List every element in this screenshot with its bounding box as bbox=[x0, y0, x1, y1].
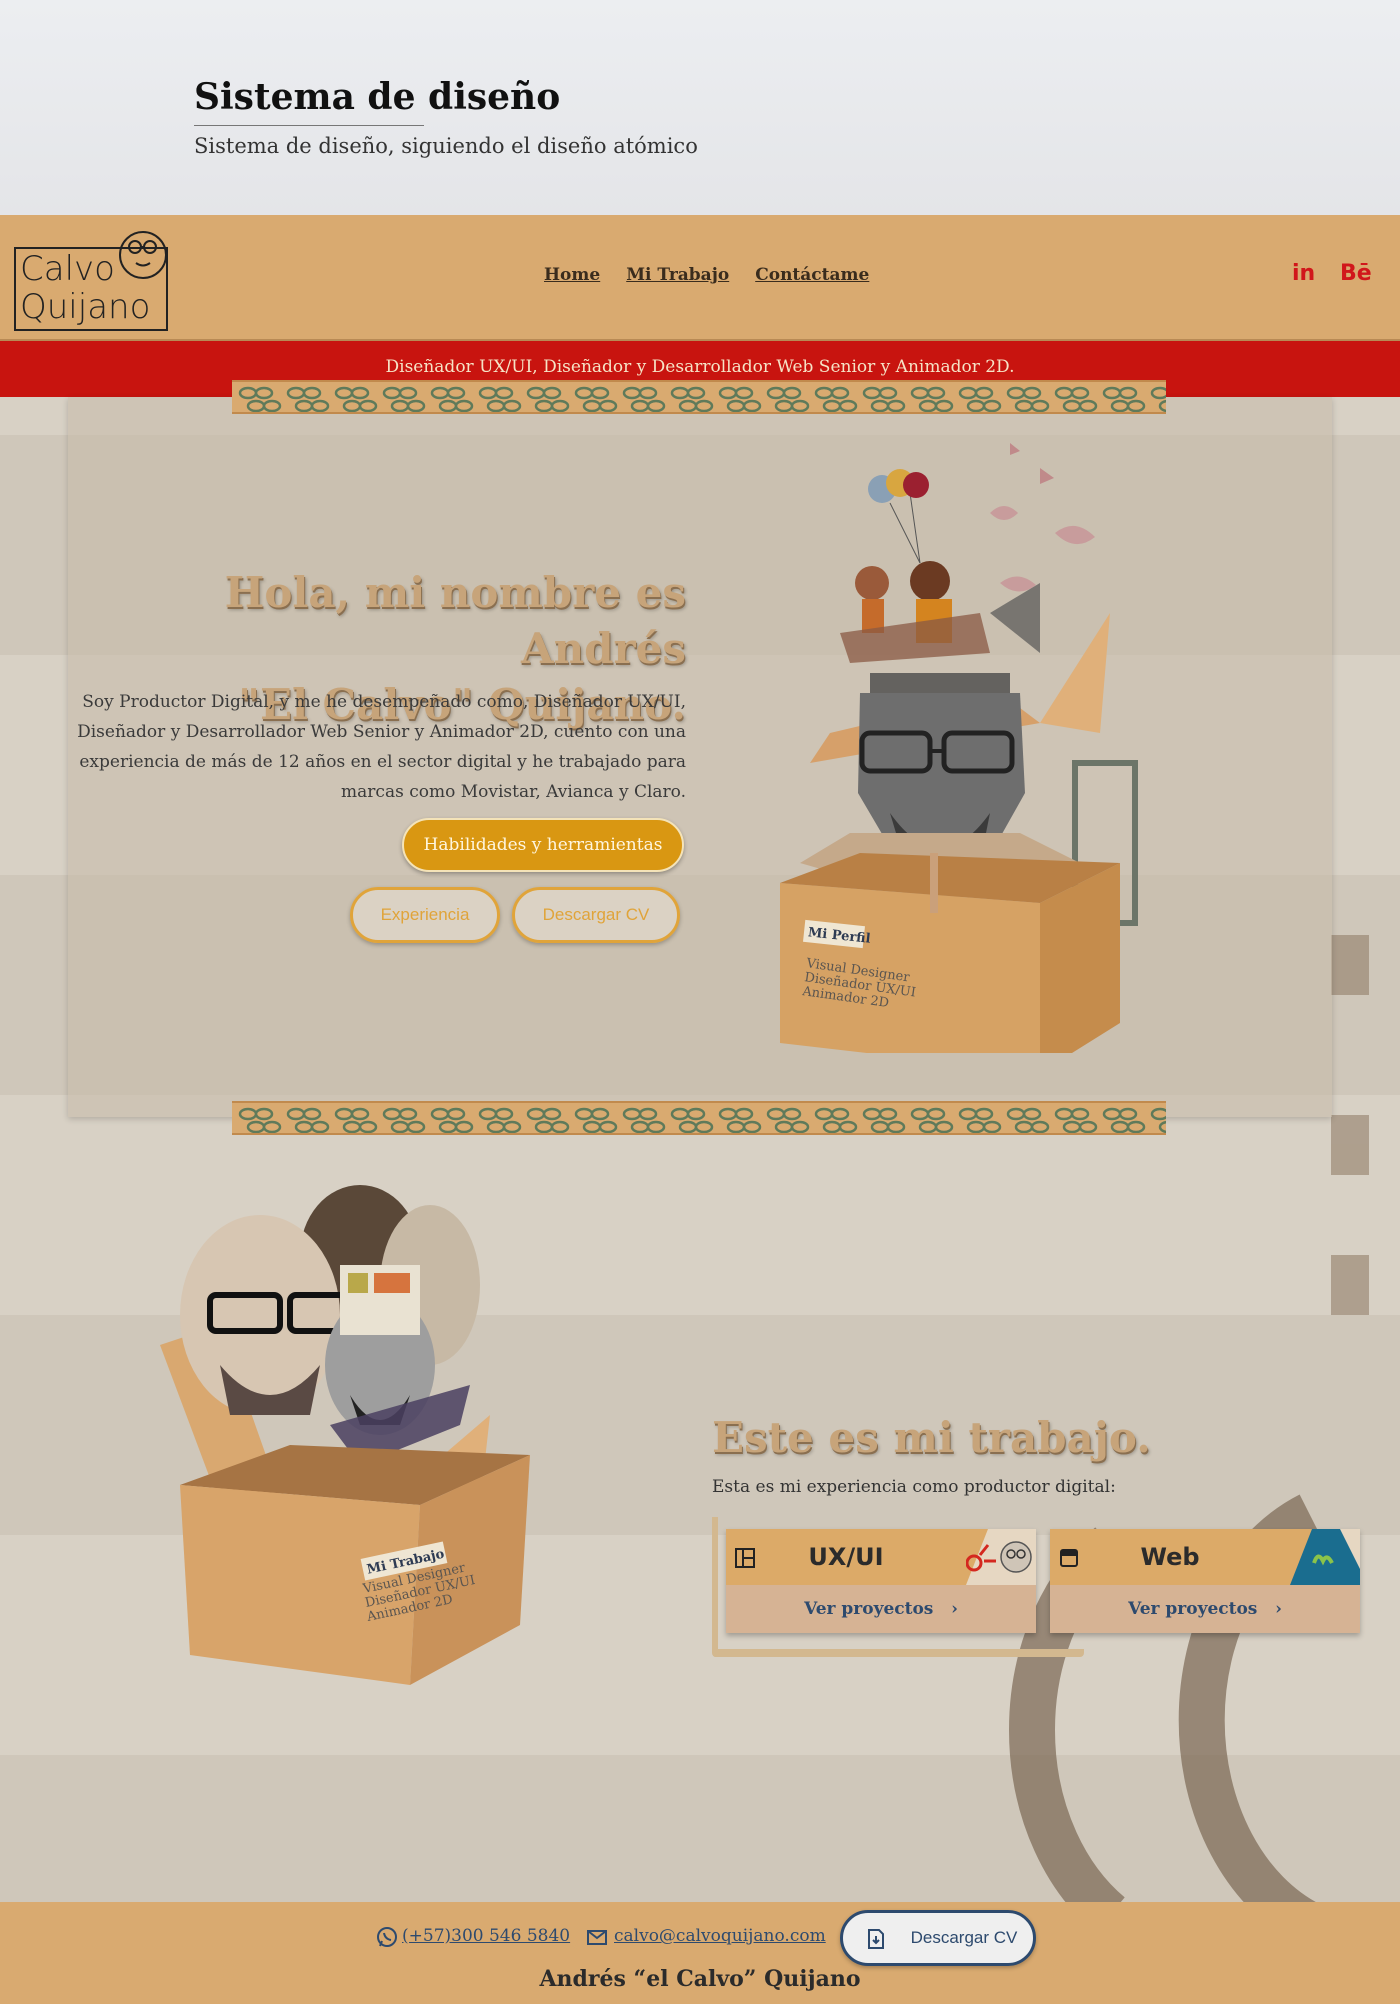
card-web-title: Web bbox=[1140, 1543, 1200, 1571]
design-system-title: Sistema de diseño bbox=[194, 76, 561, 118]
chevron-right-icon: › bbox=[1263, 1599, 1282, 1619]
chain-border-top bbox=[232, 380, 1166, 414]
footer-cv-label: Descargar CV bbox=[910, 1928, 1018, 1947]
download-file-icon bbox=[868, 1929, 884, 1949]
work-subtitle: Esta es mi experiencia como productor di… bbox=[712, 1477, 1116, 1497]
chain-pattern bbox=[236, 1105, 1166, 1133]
design-system-subtitle: Sistema de diseño, siguiendo el diseño a… bbox=[194, 134, 698, 158]
card-ux-ui-title: UX/UI bbox=[808, 1543, 884, 1571]
linkedin-icon[interactable]: in bbox=[1292, 261, 1315, 286]
profile-box-illustration: Mi Perfil Visual Designer Diseñador UX/U… bbox=[780, 443, 1138, 1053]
card-web-link-text: Ver proyectos bbox=[1128, 1599, 1258, 1619]
nav-link-mi-trabajo[interactable]: Mi Trabajo bbox=[626, 265, 729, 285]
nav-link-home[interactable]: Home bbox=[544, 265, 600, 285]
card-ux-ui-link-text: Ver proyectos bbox=[804, 1599, 934, 1619]
card-web-link[interactable]: Ver proyectos › bbox=[1050, 1599, 1360, 1619]
card-ux-ui[interactable]: UX/UI Ver proyectos › bbox=[726, 1529, 1036, 1633]
chevron-right-icon: › bbox=[939, 1599, 958, 1619]
site-footer: (+57)300 546 5840 calvo@calvoquijano.com… bbox=[0, 1902, 1400, 2004]
footer-download-cv-button[interactable]: Descargar CV bbox=[840, 1910, 1036, 1966]
footer-name: Andrés “el Calvo” Quijano bbox=[539, 1966, 861, 1992]
download-cv-button[interactable]: Descargar CV bbox=[512, 887, 680, 943]
work-title: Este es mi trabajo. bbox=[712, 1413, 1151, 1462]
card-ux-ui-link[interactable]: Ver proyectos › bbox=[726, 1599, 1036, 1619]
brand-logos-icon bbox=[966, 1529, 1036, 1585]
footer-phone-link[interactable]: (+57)300 546 5840 bbox=[402, 1926, 570, 1946]
glasses-face-icon bbox=[119, 231, 167, 279]
skills-tools-button[interactable]: Habilidades y herramientas bbox=[402, 818, 684, 872]
experience-button[interactable]: Experiencia bbox=[350, 887, 500, 943]
logo-text-quijano: Quijano bbox=[20, 287, 151, 327]
nav-link-contactame[interactable]: Contáctame bbox=[755, 265, 869, 285]
movistar-logo-icon bbox=[1290, 1529, 1360, 1585]
behance-icon[interactable]: Bē bbox=[1340, 261, 1372, 286]
main-nav: Home Mi Trabajo Contáctame bbox=[544, 265, 869, 285]
card-web-header: Web bbox=[1050, 1529, 1360, 1585]
hero-description: Soy Productor Digital, y me he desempeña… bbox=[77, 692, 686, 802]
site-navbar: Calvo Quijano Home Mi Trabajo Contáctame… bbox=[0, 215, 1400, 341]
logo-text-calvo: Calvo bbox=[20, 249, 115, 289]
whatsapp-icon bbox=[377, 1927, 397, 1947]
role-banner-text: Diseñador UX/UI, Diseñador y Desarrollad… bbox=[385, 357, 1015, 377]
work-box-illustration: Mi Trabajo Visual Designer Diseñador UX/… bbox=[160, 1185, 530, 1685]
hero-title-line1: Hola, mi nombre es Andrés bbox=[224, 568, 686, 673]
footer-email-link[interactable]: calvo@calvoquijano.com bbox=[614, 1926, 826, 1946]
chain-pattern bbox=[236, 384, 1166, 412]
card-web[interactable]: Web Ver proyectos › bbox=[1050, 1529, 1360, 1633]
mail-icon bbox=[587, 1930, 607, 1945]
title-divider bbox=[194, 125, 424, 126]
chain-border-bottom bbox=[232, 1101, 1166, 1135]
design-system-header: Sistema de diseño Sistema de diseño, sig… bbox=[0, 0, 1400, 215]
site-logo[interactable]: Calvo Quijano bbox=[14, 225, 180, 331]
site-preview: Calvo Quijano Home Mi Trabajo Contáctame… bbox=[0, 215, 1400, 2004]
card-ux-ui-header: UX/UI bbox=[726, 1529, 1036, 1585]
